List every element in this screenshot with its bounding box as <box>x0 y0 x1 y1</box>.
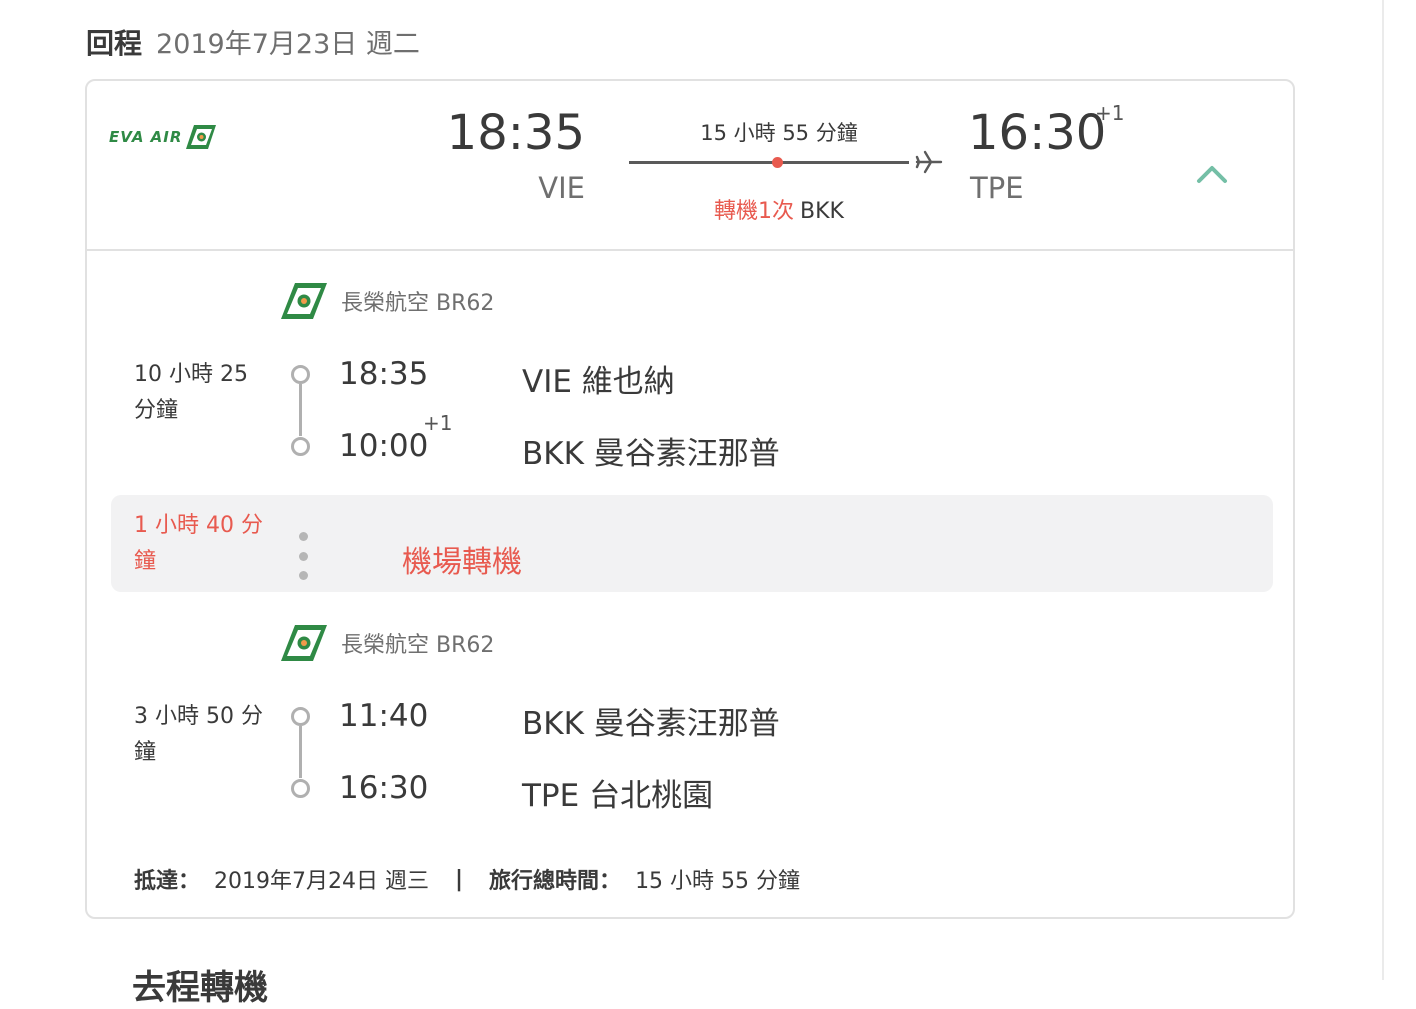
segment-departure-airport: VIE 維也納 <box>522 364 675 400</box>
airline-logo-wordmark: EVA AIR <box>109 128 183 146</box>
airline-flight-label: 長榮航空 BR62 <box>341 633 495 658</box>
layover-duration-line2: 鐘 <box>134 549 157 574</box>
segment-departure-time: 11:40 <box>339 698 429 734</box>
flight-card: EVA AIR 18:35 VIE 15 小時 55 分鐘 轉機1次 BKK 16… <box>85 79 1295 919</box>
airline-flight-label: 長榮航空 BR62 <box>341 291 495 316</box>
summary-arrival-day-offset: +1 <box>1095 101 1125 125</box>
stops-airport: BKK <box>800 199 844 224</box>
segment-arrival-day-offset: +1 <box>423 411 453 435</box>
segment-airline: 長榮航空 BR62 <box>281 625 494 661</box>
segment-arrival-time: 16:30 <box>339 770 429 806</box>
stop-dot <box>772 157 783 168</box>
layover-dot <box>299 552 308 561</box>
segment-arrival-airport: BKK 曼谷素汪那普 <box>522 436 780 472</box>
plane-icon <box>915 150 943 174</box>
section-heading: 回程 2019年7月23日 週二 <box>86 22 420 66</box>
segment-duration-line1: 10 小時 25 <box>134 362 248 387</box>
summary-arrival-time: 16:30 <box>968 105 1107 161</box>
layover-dot <box>299 532 308 541</box>
segment-duration-line2: 分鐘 <box>134 398 179 423</box>
next-section-heading: 去程轉機 <box>132 968 268 1008</box>
segment-duration: 10 小時 25 分鐘 <box>134 357 284 429</box>
arrival-node <box>291 779 310 798</box>
total-time-value: 15 小時 55 分鐘 <box>635 869 801 894</box>
arrival-label: 抵達： <box>134 869 201 894</box>
arrival-node <box>291 437 310 456</box>
segment-departure-airport: BKK 曼谷素汪那普 <box>522 706 780 742</box>
segment-duration: 3 小時 50 分 鐘 <box>134 699 284 771</box>
segment-duration-line2: 鐘 <box>134 740 157 765</box>
segment-duration-line1: 3 小時 50 分 <box>134 704 263 729</box>
layover-dot <box>299 571 308 580</box>
segment-arrival-time: 10:00 <box>339 428 429 464</box>
stops-count: 轉機1次 <box>714 199 795 224</box>
departure-node <box>291 365 310 384</box>
airline-tail-icon <box>281 625 327 661</box>
layover-label: 機場轉機 <box>402 545 522 580</box>
layover-duration-line1: 1 小時 40 分 <box>134 513 263 538</box>
segment-arrival-airport: TPE 台北桃園 <box>522 778 714 814</box>
timeline-bar <box>299 726 302 778</box>
section-date: 2019年7月23日 週二 <box>156 29 420 60</box>
eva-tail-icon <box>186 125 217 149</box>
airline-logo: EVA AIR <box>109 125 217 149</box>
layover-duration: 1 小時 40 分 鐘 <box>134 508 284 580</box>
chevron-up-icon[interactable] <box>1195 163 1229 185</box>
trip-footer: 抵達： 2019年7月24日 週三 | 旅行總時間： 15 小時 55 分鐘 <box>134 863 800 895</box>
departure-node <box>291 707 310 726</box>
total-time-label: 旅行總時間： <box>489 869 622 894</box>
layover-block: 1 小時 40 分 鐘 機場轉機 <box>111 495 1273 592</box>
summary-arrival-code: TPE <box>970 171 1024 205</box>
timeline-bar <box>299 384 302 436</box>
segment-airline: 長榮航空 BR62 <box>281 283 494 319</box>
section-label: 回程 <box>86 27 143 60</box>
summary-duration: 15 小時 55 分鐘 <box>700 121 858 145</box>
footer-separator: | <box>455 866 464 892</box>
arrival-value: 2019年7月24日 週三 <box>214 869 429 894</box>
summary-departure-time: 18:35 <box>446 105 585 161</box>
summary-divider <box>87 249 1293 251</box>
page-divider <box>1382 0 1384 980</box>
stops-info: 轉機1次 BKK <box>629 193 929 225</box>
route-line <box>629 161 909 164</box>
summary-departure-code: VIE <box>538 171 585 205</box>
airline-tail-icon <box>281 283 327 319</box>
segment-departure-time: 18:35 <box>339 356 429 392</box>
